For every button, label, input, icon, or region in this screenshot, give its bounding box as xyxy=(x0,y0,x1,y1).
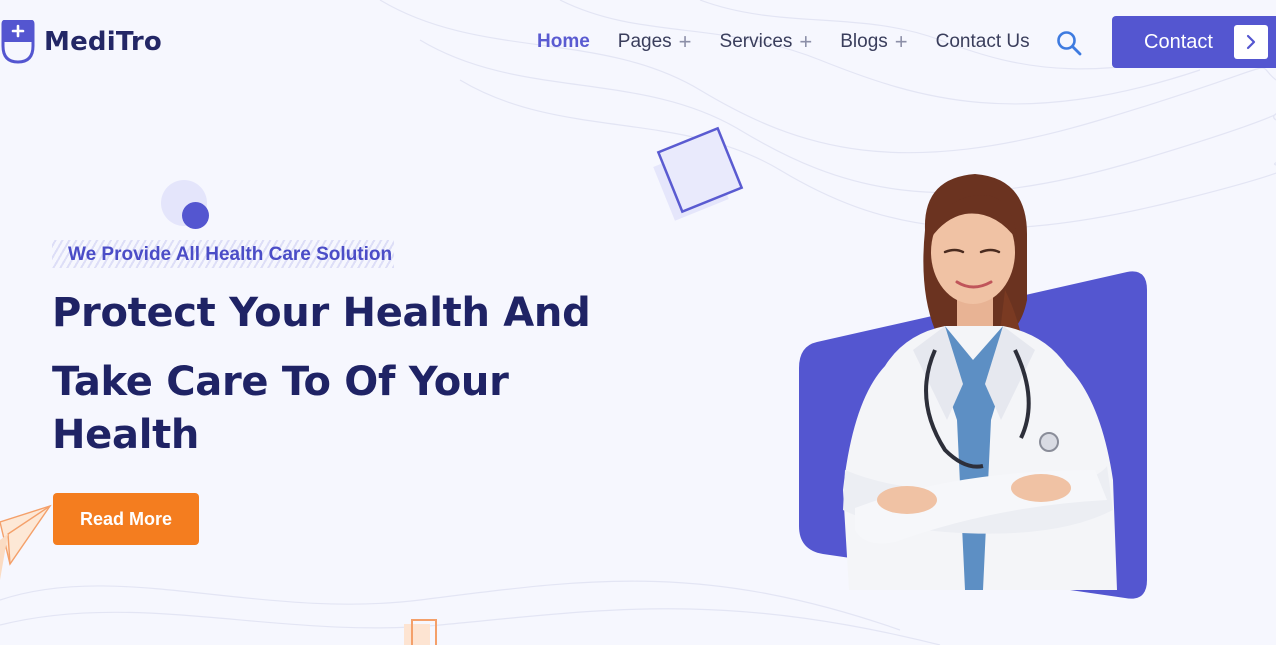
brand-name: MediTro xyxy=(44,27,162,57)
hero-eyebrow: We Provide All Health Care Solution xyxy=(52,240,394,268)
hero-title-line-1: Protect Your Health And xyxy=(52,290,591,336)
doctor-image xyxy=(799,174,1147,599)
brand-logo[interactable]: MediTro xyxy=(0,20,162,64)
decorative-outline-square xyxy=(404,619,437,645)
decorative-square-icon xyxy=(653,126,744,221)
nav-item-label: Services xyxy=(719,31,793,52)
hero-title-line-2: Take Care To Of Your xyxy=(52,359,509,405)
nav-item-pages[interactable]: Pages + xyxy=(618,31,692,53)
contact-button[interactable]: Contact xyxy=(1112,16,1276,68)
plus-icon: + xyxy=(678,29,692,54)
paper-plane-icon xyxy=(0,504,52,580)
medical-capsule-icon xyxy=(1,20,35,64)
nav-item-label: Home xyxy=(537,31,590,52)
nav-item-label: Blogs xyxy=(840,31,888,52)
plus-icon: + xyxy=(894,29,908,54)
contact-button-label: Contact xyxy=(1144,30,1213,53)
chevron-right-icon xyxy=(1234,25,1268,59)
main-nav: Home Pages + Services + Blogs + Contact … xyxy=(537,29,1058,55)
plus-icon: + xyxy=(799,29,813,54)
hero-eyebrow-text: We Provide All Health Care Solution xyxy=(68,244,393,265)
read-more-button[interactable]: Read More xyxy=(53,493,199,545)
hero-title-line-3: Health xyxy=(52,412,200,458)
nav-item-label: Pages xyxy=(617,31,672,52)
nav-item-services[interactable]: Services + xyxy=(720,31,813,53)
nav-item-label: Contact Us xyxy=(935,31,1030,52)
nav-item-contact-us[interactable]: Contact Us xyxy=(936,31,1030,53)
search-icon[interactable] xyxy=(1055,29,1083,57)
nav-item-blogs[interactable]: Blogs + xyxy=(840,31,907,53)
decorative-dot xyxy=(182,202,209,229)
nav-item-home[interactable]: Home xyxy=(537,31,590,53)
